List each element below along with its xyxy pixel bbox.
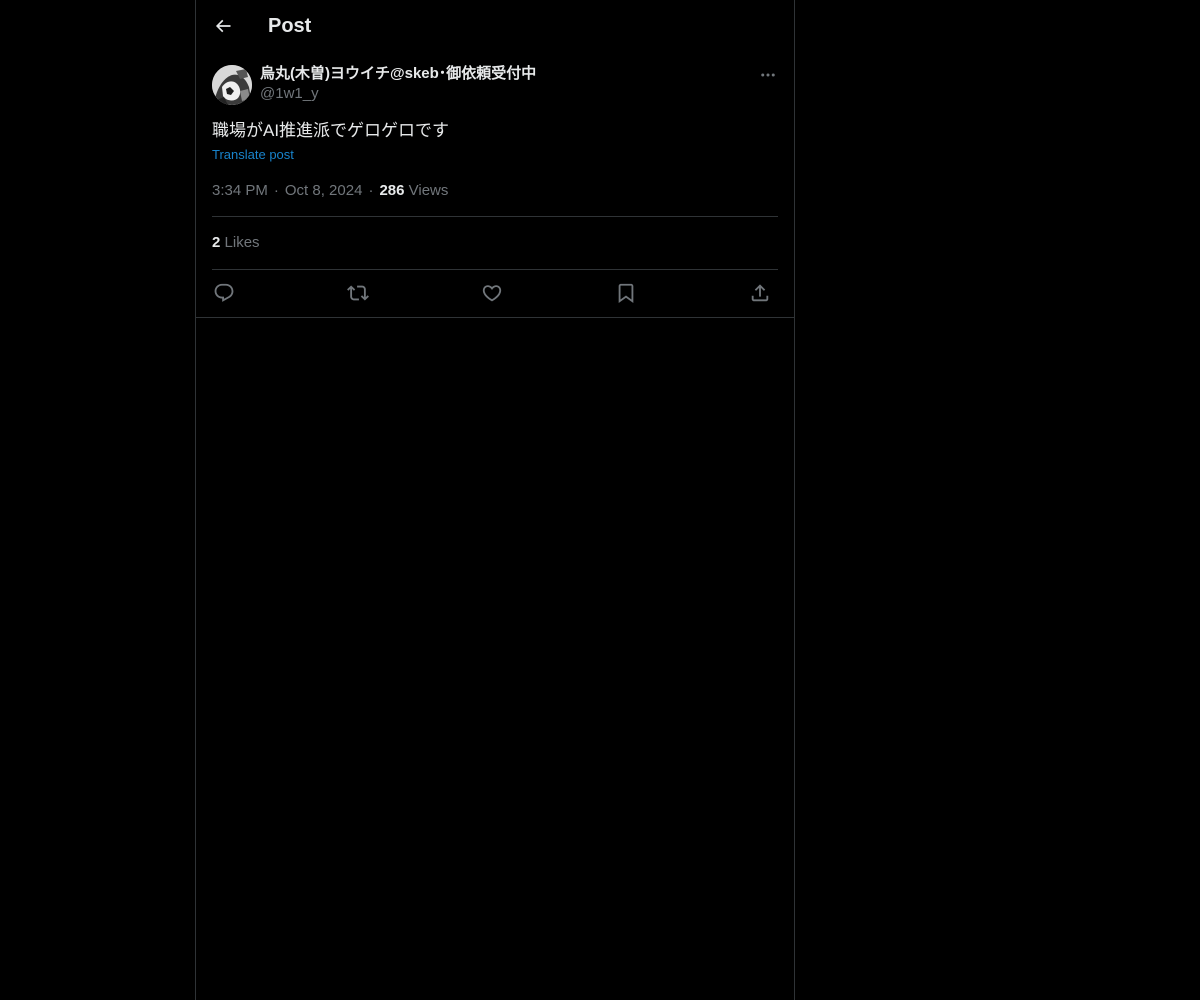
post-actions-bar [212, 271, 778, 317]
heart-icon [482, 285, 502, 302]
author-display-name[interactable]: 烏丸(木曽)ヨウイチ@skeb･御依頼受付中 [260, 64, 536, 84]
more-horizontal-icon [761, 73, 775, 77]
repost-icon [347, 285, 369, 301]
user-avatar-icon [212, 65, 252, 105]
post-bottom-border [196, 317, 794, 318]
share-icon [751, 284, 769, 302]
avatar[interactable] [212, 65, 252, 105]
repost-button[interactable] [346, 281, 370, 305]
divider [212, 269, 778, 270]
author-handle[interactable]: @1w1_y [260, 84, 536, 104]
reply-button[interactable] [212, 281, 236, 305]
like-button[interactable] [480, 281, 504, 305]
likes-label: Likes [224, 234, 260, 251]
meta-separator: · [368, 182, 374, 199]
post-date[interactable]: Oct 8, 2024 [285, 182, 363, 199]
bookmark-button[interactable] [614, 281, 638, 305]
views-count: 286 [379, 182, 405, 199]
author-info[interactable]: 烏丸(木曽)ヨウイチ@skeb･御依頼受付中 @1w1_y [260, 64, 536, 104]
translate-post-link[interactable]: Translate post [212, 147, 294, 163]
bookmark-icon [618, 283, 634, 304]
arrow-left-icon [215, 19, 231, 33]
page-title: Post [268, 15, 312, 37]
post-column: Post 烏丸(木曽)ヨウイチ@skeb･御依頼受付中 @1w1_y 職場がAI… [195, 0, 795, 1000]
meta-separator: · [273, 182, 279, 199]
back-button[interactable] [206, 9, 240, 43]
share-button[interactable] [748, 281, 772, 305]
likes-count: 2 [212, 234, 221, 251]
page-header: Post [196, 0, 794, 53]
reply-icon [214, 283, 234, 302]
divider [212, 216, 778, 217]
likes-stat[interactable]: 2 Likes [212, 233, 260, 253]
more-options-button[interactable] [758, 65, 778, 85]
post-time[interactable]: 3:34 PM [212, 182, 268, 199]
post-meta: 3:34 PM · Oct 8, 2024 · 286 Views [212, 181, 448, 201]
views-label: Views [408, 182, 449, 199]
post-text: 職場がAI推進派でゲロゲロです [212, 121, 450, 140]
